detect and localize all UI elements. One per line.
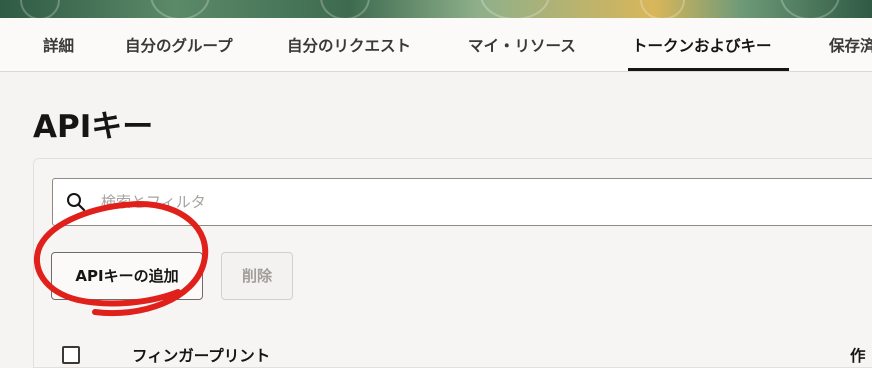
active-tab-indicator (628, 68, 789, 71)
column-header-created[interactable]: 作 (850, 344, 866, 366)
tab-my-resources[interactable]: マイ・リソース (468, 18, 576, 72)
search-box[interactable] (52, 178, 872, 226)
add-api-key-button[interactable]: APIキーの追加 (51, 252, 203, 300)
page-title: APIキー (33, 109, 154, 145)
header-banner-image (0, 0, 872, 18)
tab-bar: 詳細 自分のグループ 自分のリクエスト マイ・リソース トークンおよびキー 保存… (0, 18, 872, 72)
tab-tokens-and-keys[interactable]: トークンおよびキー (632, 18, 772, 72)
tab-saved[interactable]: 保存済 (829, 18, 872, 72)
tab-my-requests[interactable]: 自分のリクエスト (287, 18, 411, 72)
delete-button[interactable]: 削除 (221, 252, 293, 300)
tab-details[interactable]: 詳細 (43, 18, 74, 72)
tab-my-groups[interactable]: 自分のグループ (125, 18, 233, 72)
column-header-fingerprint[interactable]: フィンガープリント (132, 344, 270, 366)
search-input[interactable] (101, 187, 801, 217)
select-all-checkbox[interactable] (62, 346, 80, 364)
search-icon (66, 192, 86, 212)
